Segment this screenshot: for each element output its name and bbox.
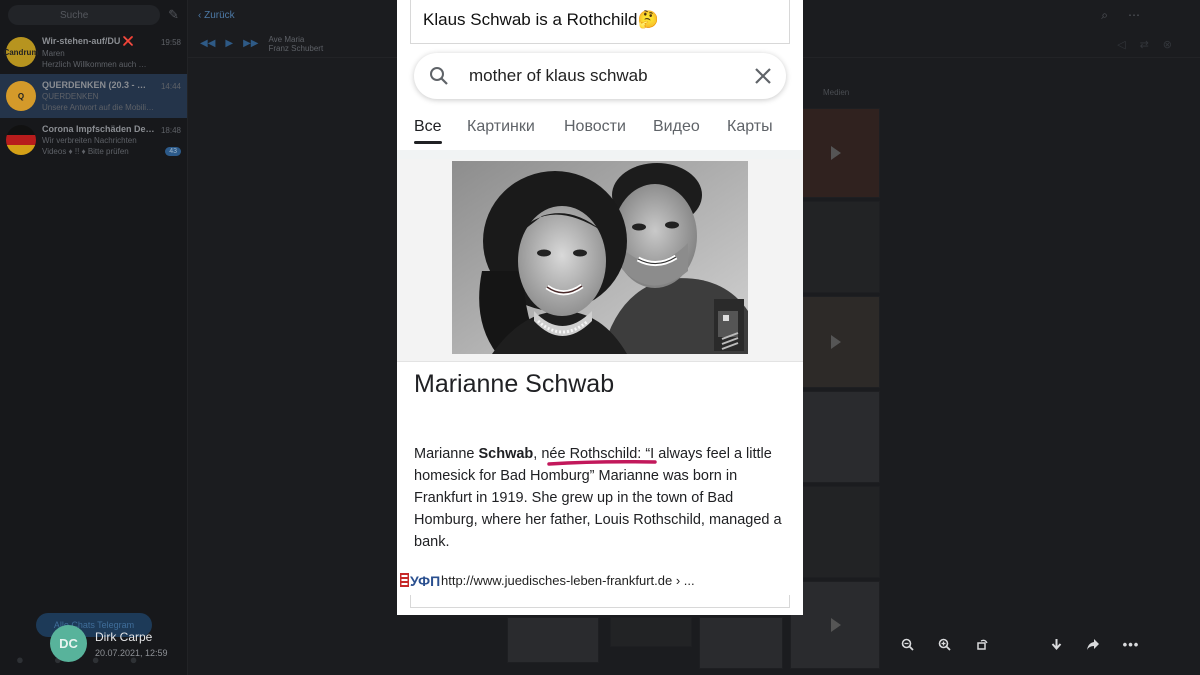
chat-preview: Videos ♦ !! ♦ Bitte prüfen	[42, 147, 129, 156]
header-icons: ⌕⋯	[1101, 8, 1160, 23]
tab-images: Картинки	[467, 118, 535, 135]
sidebar-header: Suche ✎	[0, 0, 187, 30]
media-thumbnail[interactable]	[790, 296, 880, 388]
source-url: http://www.juedisches-leben-frankfurt.de…	[441, 572, 695, 588]
chat-time: 19:58	[160, 38, 181, 47]
forward-button[interactable]	[1084, 634, 1102, 654]
zoom-in-button[interactable]	[935, 634, 953, 654]
download-button[interactable]	[1047, 634, 1065, 654]
search-icon[interactable]: ⌕	[1101, 8, 1128, 22]
shared-image[interactable]: Klaus Schwab is a Rothchild🤔 mother of k…	[397, 0, 803, 615]
track-title: Ave Maria	[268, 34, 305, 44]
tab-news: Новости	[564, 118, 626, 135]
track-info: Ave Maria Franz Schubert	[268, 35, 323, 53]
chat-sender: Wir verbreiten Nachrichten	[42, 136, 137, 145]
player-controls: ◁⇄⊗	[1117, 38, 1186, 51]
chat-avatar: Candrum	[3, 37, 39, 67]
share-icon	[1087, 638, 1099, 650]
red-underline-mark	[547, 460, 657, 466]
chat-item-querdenken[interactable]: Q QUERDENKEN (20.3 - … QUERDENKEN Unsere…	[0, 74, 187, 118]
media-thumbnail[interactable]	[790, 391, 880, 483]
download-icon	[1051, 638, 1061, 650]
couple-portrait-photo	[452, 161, 748, 354]
bottom-frame	[410, 595, 790, 608]
compose-icon[interactable]: ✎	[168, 7, 179, 23]
rotate-icon	[976, 639, 988, 650]
chat-avatar	[6, 125, 36, 155]
search-icon	[430, 67, 448, 85]
back-label: Zurück	[204, 9, 235, 21]
repeat-icon[interactable]: ⇄	[1140, 39, 1163, 51]
source-link: УФПЛН http://www.juedisches-leben-frankf…	[400, 571, 695, 589]
search-input[interactable]: Suche	[8, 5, 161, 25]
viewer-author[interactable]: DC Dirk Carpe 20.07.2021, 12:59	[50, 625, 168, 662]
image-panel	[397, 159, 803, 361]
media-thumbnail[interactable]	[699, 617, 783, 669]
chat-sidebar: Suche ✎ Candrum Wir-stehen-auf/DU ❌ Mare…	[0, 0, 188, 675]
media-thumbnail[interactable]	[790, 581, 880, 669]
zoom-in-icon	[938, 638, 951, 651]
media-thumbnail[interactable]	[610, 617, 692, 647]
zoom-out-button[interactable]	[898, 634, 916, 654]
more-icon: •••	[1122, 636, 1140, 652]
chat-sender: Maren	[42, 48, 65, 58]
chat-sender: QUERDENKEN	[42, 92, 99, 101]
zoom-out-icon	[901, 638, 914, 651]
telegram-window: Suche ✎ Candrum Wir-stehen-auf/DU ❌ Mare…	[0, 0, 1200, 675]
post-date: 20.07.2021, 12:59	[95, 647, 168, 658]
chat-preview: Herzlich Willkommen auch …	[42, 59, 147, 69]
media-thumbnail[interactable]	[790, 108, 880, 198]
play-icon[interactable]: ▶	[225, 38, 233, 49]
media-thumbnail[interactable]	[790, 486, 880, 578]
chat-avatar: Q	[6, 81, 36, 111]
author-name: Dirk Carpe	[95, 629, 153, 644]
media-thumbnail[interactable]	[790, 201, 880, 293]
forward-icon[interactable]: ▶▶	[243, 38, 258, 49]
chat-preview: Unsere Antwort auf die Mobili…	[42, 103, 155, 112]
search-tabs: Все Картинки Новости Видео Карты	[397, 112, 803, 148]
media-thumbnail[interactable]	[507, 617, 599, 663]
track-artist: Franz Schubert	[268, 43, 324, 53]
ufpln-logo: УФПЛН	[400, 573, 440, 589]
bio-start: Marianne	[414, 446, 479, 462]
tab-maps: Карты	[727, 118, 773, 135]
bio-bold-name: Schwab	[478, 446, 534, 462]
tweet-text: Klaus Schwab is a Rothchild🤔	[423, 10, 659, 29]
divider	[397, 361, 803, 362]
knowledge-panel-title: Marianne Schwab	[414, 370, 615, 398]
rewind-icon[interactable]: ◀◀	[200, 38, 215, 49]
close-icon[interactable]: ⊗	[1163, 39, 1186, 51]
more-icon[interactable]: ⋯	[1128, 8, 1160, 22]
chat-item-corona-impfschaeden[interactable]: Corona Impfschäden De… Wir verbreiten Na…	[0, 118, 187, 162]
chat-time: 14:44	[160, 82, 181, 91]
tab-all: Все	[414, 118, 442, 135]
back-button[interactable]: ‹ Zurück	[198, 10, 235, 21]
author-avatar: DC	[50, 625, 87, 662]
more-options-button[interactable]: •••	[1121, 634, 1141, 654]
divider	[397, 150, 803, 159]
tab-videos: Видео	[653, 118, 700, 135]
google-search-box: mother of klaus schwab	[414, 53, 786, 99]
chat-item-wir-stehen-auf[interactable]: Candrum Wir-stehen-auf/DU ❌ Maren Herzli…	[0, 30, 187, 74]
close-icon	[755, 68, 771, 84]
search-query: mother of klaus schwab	[469, 66, 648, 85]
profile-icon[interactable]: ●	[16, 652, 54, 667]
active-tab-indicator	[414, 141, 442, 144]
volume-icon[interactable]: ◁	[1117, 39, 1139, 51]
rotate-button[interactable]	[973, 634, 991, 654]
media-tab-label[interactable]: Medien	[823, 88, 849, 97]
logo-text: УФПЛН	[410, 573, 440, 589]
unread-badge: 43	[165, 147, 181, 156]
chat-time: 18:48	[160, 126, 181, 135]
